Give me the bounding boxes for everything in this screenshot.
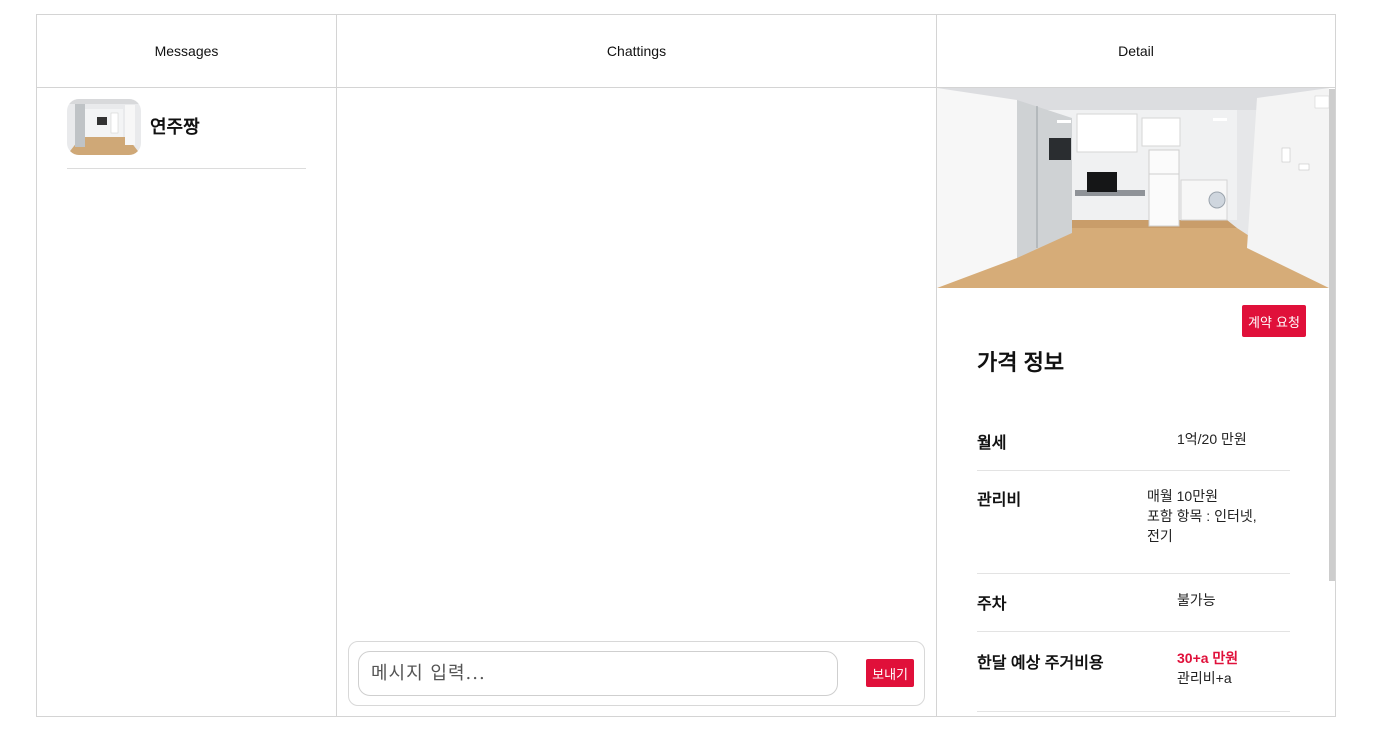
detail-scrollbar[interactable] [1329,89,1335,581]
info-value-line: 불가능 [1177,592,1216,608]
app-frame: Messages 연주짱 Chattings 메시지 입력... 보내기 Det… [36,14,1336,717]
info-row-monthly-cost: 한달 예상 주거비용 30+a 만원 관리비+a [977,632,1290,712]
price-info-table: 월세 1억/20 만원 관리비 매월 10만원 포함 항목 : 인터넷, 전기 … [977,405,1290,712]
chat-panel: Chattings 보내기 [337,15,937,716]
info-value-line: 1억/20 만원 [1177,431,1247,447]
info-value-line: 관리비+a [1177,670,1232,686]
chat-title: Chattings [606,43,667,59]
detail-title: Detail [1118,43,1154,59]
info-label: 관리비 [977,492,1022,509]
room-interior-photo-icon [937,88,1329,288]
info-row-rent: 월세 1억/20 만원 [977,405,1290,471]
message-input[interactable] [358,651,838,696]
send-button[interactable]: 보내기 [866,659,914,687]
messages-header: Messages [37,15,336,88]
price-info-title: 가격 정보 [977,350,1065,375]
info-row-parking: 주차 불가능 [977,574,1290,632]
info-label: 월세 [977,435,1007,452]
info-value-line: 30+a 만원 [1177,650,1239,666]
info-label: 한달 예상 주거비용 [977,655,1104,672]
chat-composer: 보내기 [348,641,925,706]
info-value: 30+a 만원 관리비+a [1177,632,1238,711]
info-value: 매월 10만원 포함 항목 : 인터넷, 전기 [1147,471,1257,573]
chat-header: Chattings [337,15,936,88]
detail-panel: Detail 계약 요청 가격 정보 월세 1억/20 만원 관리비 매월 10… [937,15,1335,716]
info-label: 주차 [977,596,1007,613]
room-thumbnail-icon [67,99,141,155]
room-photo [937,88,1329,288]
messages-title: Messages [154,43,219,59]
info-value-line: 포함 항목 : 인터넷, [1147,508,1257,524]
conversation-name: 연주짱 [150,117,200,137]
info-value-line: 매월 10만원 [1147,488,1218,504]
info-row-maintenance: 관리비 매월 10만원 포함 항목 : 인터넷, 전기 [977,471,1290,574]
conversation-item[interactable]: 연주짱 [67,99,306,169]
info-value: 불가능 [1177,574,1216,631]
avatar [67,99,141,155]
messages-panel: Messages 연주짱 [37,15,337,716]
info-value-line: 전기 [1147,528,1173,544]
detail-header: Detail [937,15,1335,88]
contract-request-button[interactable]: 계약 요청 [1242,305,1306,337]
info-value: 1억/20 만원 [1177,405,1247,470]
